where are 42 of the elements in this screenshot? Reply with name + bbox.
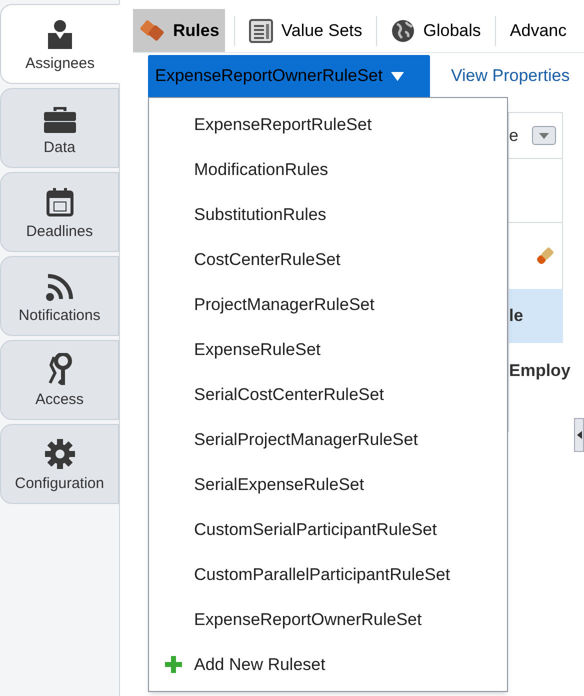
caret-icon: [390, 72, 404, 80]
menu-item[interactable]: ModificationRules: [149, 147, 507, 192]
menu-item[interactable]: SerialExpenseRuleSet: [149, 462, 507, 507]
column-label: Employ: [509, 360, 570, 382]
list-icon: [249, 18, 274, 42]
menu-item[interactable]: SerialCostCenterRuleSet: [149, 372, 507, 417]
tab[interactable]: Value Sets: [243, 9, 368, 52]
menu-item[interactable]: ProjectManagerRuleSet: [149, 282, 507, 327]
blocks-icon: [139, 18, 165, 42]
view-properties-link[interactable]: View Properties: [451, 63, 570, 89]
sidebar-tab[interactable]: Assignees: [0, 4, 120, 84]
globe-icon: [391, 18, 416, 42]
sidebar-tab[interactable]: Notifications: [0, 256, 119, 336]
menu-item[interactable]: ExpenseRuleSet: [149, 327, 507, 372]
ruleset-select[interactable]: ExpenseReportOwnerRuleSet: [148, 55, 430, 97]
caret-icon: [576, 431, 582, 439]
plus-icon: [165, 656, 182, 673]
tab[interactable]: Rules: [133, 9, 226, 52]
add-ruleset-item[interactable]: Add New Ruleset: [149, 642, 507, 687]
calendar-icon: [46, 186, 74, 216]
sidebar-tab[interactable]: Configuration: [0, 424, 119, 504]
menu-item[interactable]: SubstitutionRules: [149, 192, 507, 237]
menu-item[interactable]: CustomParallelParticipantRuleSet: [149, 552, 507, 597]
column-header: e: [509, 124, 518, 147]
menu-item[interactable]: CostCenterRuleSet: [149, 237, 507, 282]
dropdown-button[interactable]: [532, 126, 556, 145]
feed-icon: [46, 272, 74, 300]
menu-item[interactable]: CustomSerialParticipantRuleSet: [149, 507, 507, 552]
person-icon: [47, 18, 73, 48]
sidebar-tab[interactable]: Deadlines: [0, 172, 119, 252]
sidebar-tab[interactable]: Data: [0, 88, 119, 168]
caret-icon: [539, 132, 549, 138]
selected-row[interactable]: le: [509, 289, 563, 343]
menu-item[interactable]: SerialProjectManagerRuleSet: [149, 417, 507, 462]
tab[interactable]: Advanc: [504, 9, 573, 52]
collapse-handle[interactable]: [574, 418, 584, 452]
sidebar-tab[interactable]: Access: [0, 340, 119, 420]
menu-item[interactable]: ExpenseReportRuleSet: [149, 102, 507, 147]
tab[interactable]: Globals: [385, 9, 487, 52]
keys-icon: [48, 352, 72, 384]
menu-item[interactable]: ExpenseReportOwnerRuleSet: [149, 597, 507, 642]
briefcase-icon: [44, 106, 76, 132]
